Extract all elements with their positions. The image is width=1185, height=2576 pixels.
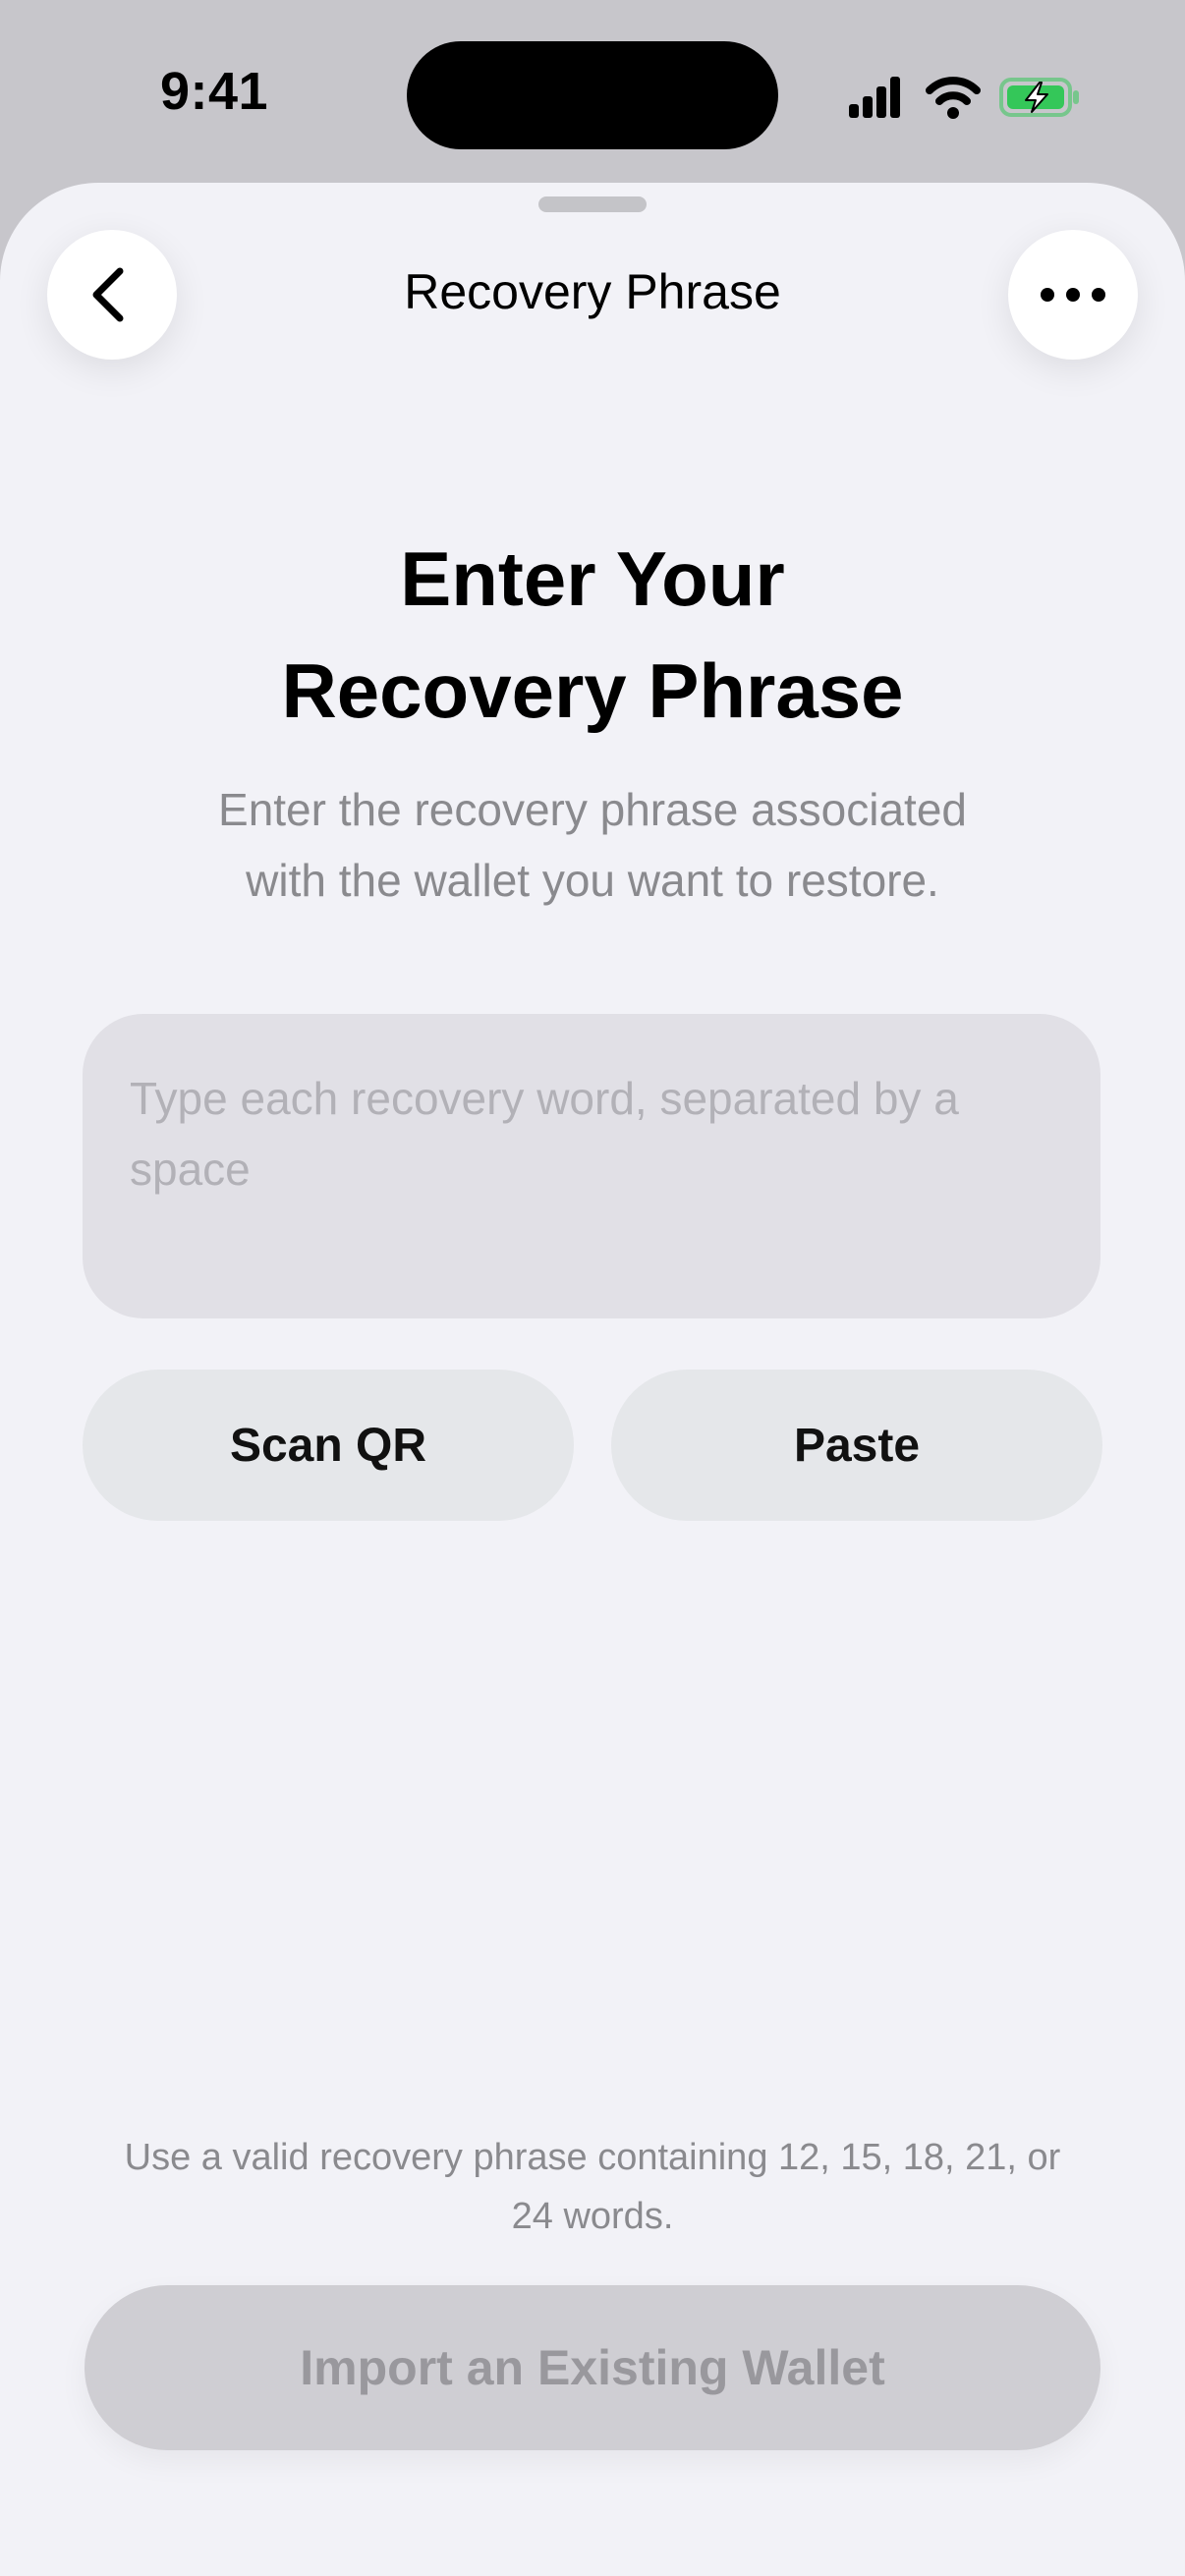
chevron-left-icon: [92, 267, 124, 322]
hint-line-1: Use a valid recovery phrase containing 1…: [124, 2137, 1061, 2178]
wifi-icon: [926, 77, 981, 119]
subtitle-line-2: with the wallet you want to restore.: [246, 855, 939, 906]
page-subtitle: Enter the recovery phrase associated wit…: [118, 774, 1067, 916]
scan-qr-button[interactable]: Scan QR: [83, 1370, 574, 1521]
status-bar: 9:41: [0, 0, 1185, 187]
back-button[interactable]: [47, 230, 177, 360]
sheet-grabber[interactable]: [538, 196, 647, 212]
more-options-button[interactable]: [1008, 230, 1138, 360]
page-title-line-2: Recovery Phrase: [281, 647, 904, 734]
import-wallet-button[interactable]: Import an Existing Wallet: [85, 2285, 1100, 2450]
status-time: 9:41: [159, 62, 269, 121]
word-count-hint: Use a valid recovery phrase containing 1…: [83, 2128, 1102, 2246]
nav-title: Recovery Phrase: [404, 264, 781, 319]
subtitle-line-1: Enter the recovery phrase associated: [218, 784, 967, 835]
page-title: Enter Your Recovery Phrase: [98, 523, 1087, 747]
dynamic-island: [407, 41, 778, 149]
cellular-signal-icon: [849, 77, 900, 118]
recovery-phrase-input[interactable]: [83, 1014, 1100, 1318]
paste-button[interactable]: Paste: [611, 1370, 1102, 1521]
battery-charging-icon: [999, 78, 1079, 117]
page-title-line-1: Enter Your: [400, 535, 785, 622]
status-icons: [847, 73, 1083, 122]
sheet: Recovery Phrase Enter Your Recovery Phra…: [0, 183, 1185, 2576]
hint-line-2: 24 words.: [511, 2196, 674, 2237]
ellipsis-icon: [1041, 288, 1105, 302]
